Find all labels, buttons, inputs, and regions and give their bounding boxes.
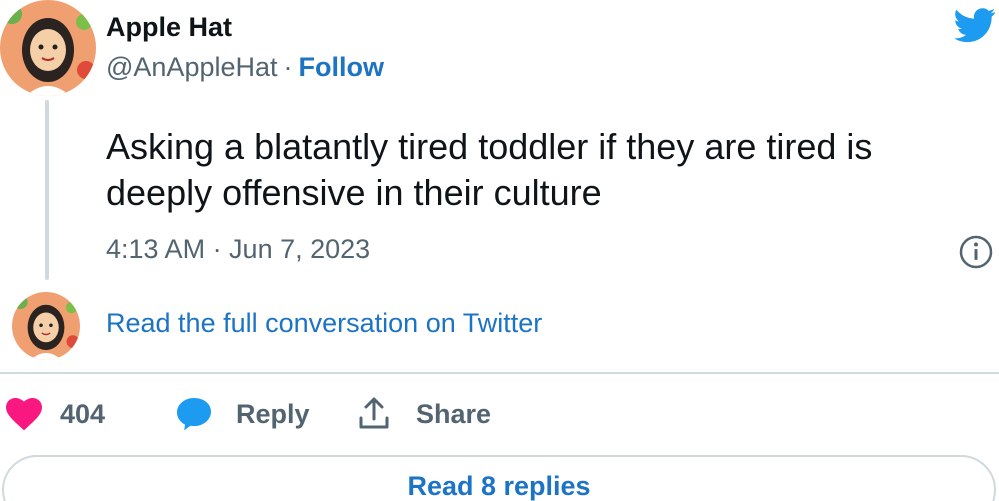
- like-button[interactable]: 404: [6, 394, 105, 434]
- author-avatar[interactable]: [0, 0, 96, 96]
- heart-icon: [6, 397, 42, 430]
- share-label: Share: [416, 398, 492, 429]
- conversation-avatar[interactable]: [12, 292, 80, 360]
- avatar-image: [12, 292, 80, 360]
- tweet-timestamp[interactable]: 4:13 AM · Jun 7, 2023: [106, 234, 370, 265]
- share-button[interactable]: Share: [356, 394, 491, 434]
- avatar-image: [0, 0, 96, 96]
- twitter-bird-icon[interactable]: [952, 4, 998, 46]
- info-icon[interactable]: [958, 234, 994, 270]
- handle-separator: ·: [283, 52, 293, 82]
- read-replies-button[interactable]: Read 8 replies: [2, 455, 996, 501]
- like-count: 404: [60, 398, 106, 429]
- divider: [0, 372, 999, 374]
- speech-bubble-icon: [177, 398, 211, 431]
- reply-label: Reply: [236, 398, 310, 429]
- tweet-text: Asking a blatantly tired toddler if they…: [106, 126, 873, 213]
- read-replies-label: Read 8 replies: [407, 471, 591, 501]
- author-handle[interactable]: @AnAppleHat: [106, 52, 278, 82]
- author-handle-row: @AnAppleHat · Follow: [106, 52, 384, 83]
- author-display-name[interactable]: Apple Hat: [106, 12, 232, 43]
- reply-button[interactable]: Reply: [176, 394, 310, 434]
- thread-line: [45, 100, 49, 280]
- share-upload-icon: [359, 397, 389, 429]
- read-full-conversation-link[interactable]: Read the full conversation on Twitter: [106, 308, 542, 339]
- follow-button[interactable]: Follow: [299, 52, 384, 82]
